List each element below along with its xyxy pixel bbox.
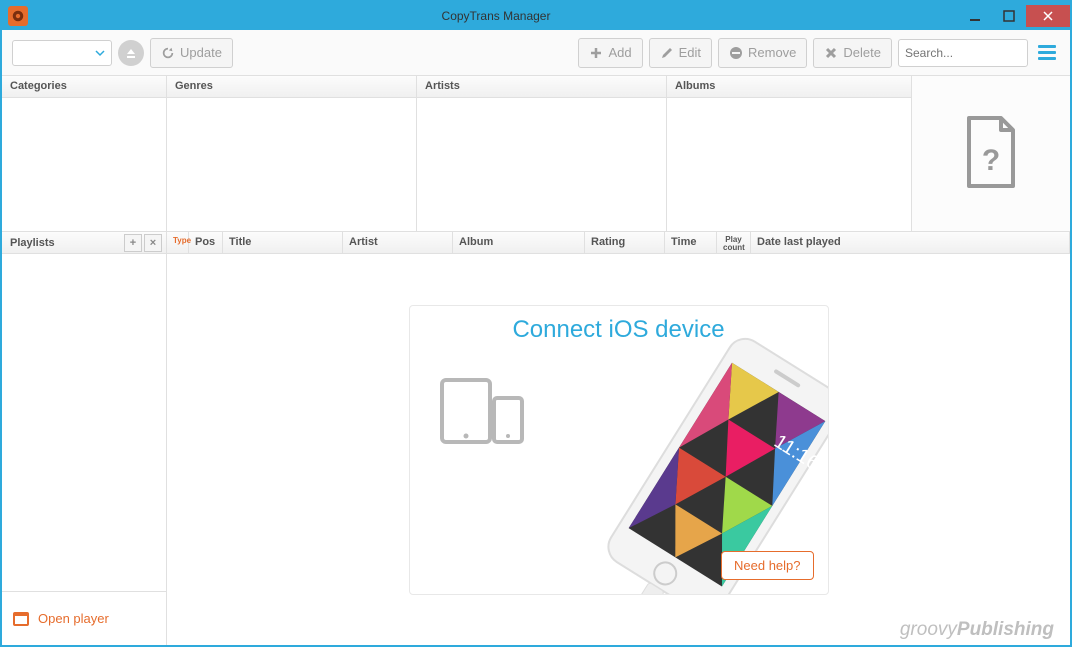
categories-list[interactable] [2, 98, 166, 231]
window-title: CopyTrans Manager [34, 9, 958, 23]
genres-panel: Genres [167, 76, 417, 231]
col-pos[interactable]: Pos [189, 232, 223, 253]
col-time[interactable]: Time [665, 232, 717, 253]
delete-label: Delete [843, 45, 881, 60]
add-button[interactable]: Add [578, 38, 642, 68]
col-artist[interactable]: Artist [343, 232, 453, 253]
delete-button[interactable]: Delete [813, 38, 892, 68]
col-date-last-played[interactable]: Date last played [751, 232, 1070, 253]
categories-header: Categories [2, 76, 166, 98]
app-icon [8, 6, 28, 26]
pencil-icon [660, 46, 674, 60]
mid-row: Playlists + × Open player Type [2, 232, 1070, 645]
col-type[interactable]: Type [167, 232, 189, 253]
minimize-button[interactable] [958, 5, 992, 27]
update-button[interactable]: Update [150, 38, 233, 68]
track-content: Connect iOS device [167, 254, 1070, 645]
close-button[interactable] [1026, 5, 1070, 27]
playlists-list[interactable] [2, 254, 166, 591]
toolbar: Update Add Edit Remove Delete [2, 30, 1070, 76]
chevron-down-icon [95, 48, 105, 58]
add-label: Add [608, 45, 631, 60]
x-icon [824, 46, 838, 60]
left-column: Playlists + × Open player [2, 232, 167, 645]
need-help-button[interactable]: Need help? [721, 551, 814, 580]
main-column: Type Pos Title Artist Album Rating Time … [167, 232, 1070, 645]
minus-circle-icon [729, 46, 743, 60]
artists-list[interactable] [417, 98, 666, 231]
playlists-label: Playlists [10, 237, 55, 249]
search-box[interactable] [898, 39, 1028, 67]
remove-playlist-button[interactable]: × [144, 234, 162, 252]
menu-button[interactable] [1034, 40, 1060, 66]
remove-button[interactable]: Remove [718, 38, 807, 68]
refresh-icon [161, 46, 175, 60]
playlists-header: Playlists + × [2, 232, 166, 254]
albums-header: Albums [667, 76, 911, 98]
albums-panel: Albums [667, 76, 912, 231]
col-title[interactable]: Title [223, 232, 343, 253]
titlebar: CopyTrans Manager [2, 2, 1070, 30]
edit-button[interactable]: Edit [649, 38, 712, 68]
open-player-button[interactable]: Open player [2, 591, 166, 645]
eject-icon [125, 47, 137, 59]
unknown-file-icon: ? [961, 116, 1021, 191]
device-dropdown[interactable] [12, 40, 112, 66]
browser-row: Categories Genres Artists Albums ? [2, 76, 1070, 232]
body-area: Categories Genres Artists Albums ? [2, 76, 1070, 645]
app-window: CopyTrans Manager Update Add Edit [0, 0, 1072, 647]
player-icon [12, 610, 30, 628]
watermark: groovyPublishing [900, 619, 1054, 641]
remove-label: Remove [748, 45, 796, 60]
col-play-count[interactable]: Play count [717, 232, 751, 253]
col-rating[interactable]: Rating [585, 232, 665, 253]
maximize-button[interactable] [992, 5, 1026, 27]
artwork-panel: ? [912, 76, 1070, 231]
devices-icon [440, 376, 525, 446]
artists-panel: Artists [417, 76, 667, 231]
add-playlist-button[interactable]: + [124, 234, 142, 252]
edit-label: Edit [679, 45, 701, 60]
albums-list[interactable] [667, 98, 911, 231]
artists-header: Artists [417, 76, 666, 98]
plus-icon [589, 46, 603, 60]
eject-button[interactable] [118, 40, 144, 66]
col-album[interactable]: Album [453, 232, 585, 253]
open-player-label: Open player [38, 611, 109, 626]
update-label: Update [180, 45, 222, 60]
genres-header: Genres [167, 76, 416, 98]
svg-text:?: ? [982, 144, 1000, 177]
categories-panel: Categories [2, 76, 167, 231]
connect-card: Connect iOS device [409, 305, 829, 595]
genres-list[interactable] [167, 98, 416, 231]
track-header: Type Pos Title Artist Album Rating Time … [167, 232, 1070, 254]
